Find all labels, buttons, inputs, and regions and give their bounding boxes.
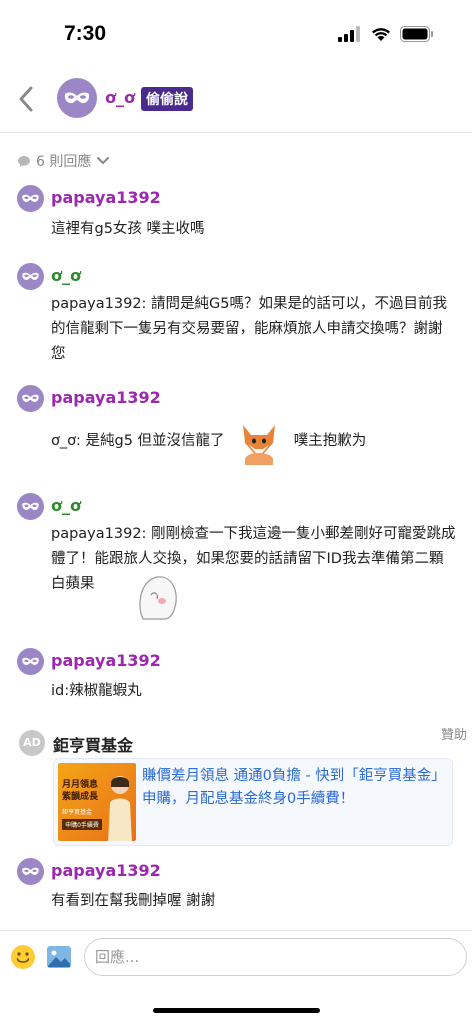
fox-sticker-icon: [243, 425, 276, 465]
commenter-avatar[interactable]: [17, 493, 44, 520]
mask-icon: [22, 272, 39, 280]
sponsored-label: 贊助: [440, 728, 467, 743]
mask-icon: [64, 92, 90, 104]
comment-item: papaya1392 id:辣椒龍蝦丸: [17, 648, 457, 708]
advertiser-avatar[interactable]: AD: [19, 730, 45, 756]
emoji-icon[interactable]: [10, 944, 36, 970]
wifi-icon: [372, 28, 390, 41]
chevron-down-icon: [97, 157, 110, 165]
comment-item: ơ_ơ papaya1392: 剛剛檢查一下我這邊一隻小郵差剛好可寵愛跳成體了！…: [17, 493, 457, 633]
mask-icon: [22, 194, 39, 202]
comment-text: 有看到在幫我刪掉喔 謝謝: [51, 893, 216, 909]
comment-text-part: 噗主抱歉为: [293, 433, 367, 449]
reply-count-label: 6 則回應: [36, 154, 92, 170]
commenter-name[interactable]: papaya1392: [51, 188, 161, 207]
comment-item: papaya1392 有看到在幫我刪掉喔 謝謝: [17, 858, 457, 918]
comment-item: papaya1392 這裡有g5女孩 噗主收嗎: [17, 185, 457, 245]
commenter-name[interactable]: ơ_ơ: [51, 496, 81, 515]
commenter-avatar[interactable]: [17, 385, 44, 412]
author-avatar[interactable]: [57, 78, 97, 118]
comment-text: papaya1392: 請問是純G5嗎？如果是的話可以，不過目前我的信龍剩下一隻…: [51, 296, 448, 362]
commenter-name[interactable]: papaya1392: [51, 388, 161, 407]
reply-composer: 回應...: [0, 930, 472, 990]
commenter-avatar[interactable]: [17, 185, 44, 212]
comment-item: papaya1392 ơ_ơ: 是純g5 但並沒信龍了 噗主抱歉为: [17, 385, 457, 475]
speech-bubble-icon: [18, 155, 30, 167]
mask-icon: [22, 502, 39, 510]
ad-text[interactable]: 賺價差月領息 通通0負擔 - 快到「鉅亨買基金」申購，月配息基金終身0手續費！: [142, 765, 447, 811]
comment-text: papaya1392: 剛剛檢查一下我這邊一隻小郵差剛好可寵愛跳成體了！能跟旅人…: [51, 526, 456, 592]
sponsored-post: AD 鉅亨買基金 贊助 月月領息 紫韻成長 鉅亨買基金 申購0手續費 賺價差月領…: [17, 728, 467, 848]
status-bar: 7:30: [0, 0, 472, 70]
mask-icon: [22, 867, 39, 875]
commenter-avatar[interactable]: [17, 263, 44, 290]
status-time: 7:30: [64, 22, 107, 45]
ad-thumb-button: 申購0手續費: [62, 819, 102, 830]
commenter-name[interactable]: papaya1392: [51, 861, 161, 880]
commenter-avatar[interactable]: [17, 648, 44, 675]
ad-thumb-sub: 鉅亨買基金: [62, 809, 93, 816]
mask-icon: [22, 657, 39, 665]
reply-input[interactable]: 回應...: [84, 938, 467, 976]
anonymous-badge: 偷偷說: [141, 87, 193, 111]
image-upload-icon[interactable]: [46, 945, 72, 969]
commenter-avatar[interactable]: [17, 858, 44, 885]
person-illustration-icon: [108, 776, 132, 841]
header-divider: [0, 132, 472, 133]
home-indicator: [153, 1008, 320, 1013]
cellular-signal-icon: [338, 26, 360, 42]
back-chevron-icon[interactable]: [14, 84, 38, 114]
comment-text: 這裡有g5女孩 噗主收嗎: [51, 221, 205, 237]
comment-item: ơ_ơ papaya1392: 請問是純G5嗎？如果是的話可以，不過目前我的信龍…: [17, 263, 457, 373]
battery-icon: [400, 26, 433, 42]
ad-thumbnail[interactable]: 月月領息 紫韻成長 鉅亨買基金 申購0手續費: [58, 763, 136, 841]
ghost-sticker-icon: [139, 576, 177, 620]
thread-header: ơ_ơ 偷偷說: [0, 72, 472, 128]
comment-text: ơ_ơ: 是純g5 但並沒信龍了 噗主抱歉为: [51, 415, 456, 467]
comment-text-part: ơ_ơ: 是純g5 但並沒信龍了: [51, 433, 225, 449]
comment-text: id:辣椒龍蝦丸: [51, 683, 142, 699]
commenter-name[interactable]: ơ_ơ: [51, 266, 81, 285]
reply-count-toggle[interactable]: 6 則回應: [17, 151, 110, 171]
author-name[interactable]: ơ_ơ: [105, 88, 135, 107]
advertiser-name[interactable]: 鉅亨買基金: [53, 732, 133, 756]
mask-icon: [22, 394, 39, 402]
ad-thumb-title: 月月領息 紫韻成長: [62, 780, 99, 802]
commenter-name[interactable]: papaya1392: [51, 651, 161, 670]
ad-card[interactable]: 月月領息 紫韻成長 鉅亨買基金 申購0手續費 賺價差月領息 通通0負擔 - 快到…: [53, 758, 453, 846]
